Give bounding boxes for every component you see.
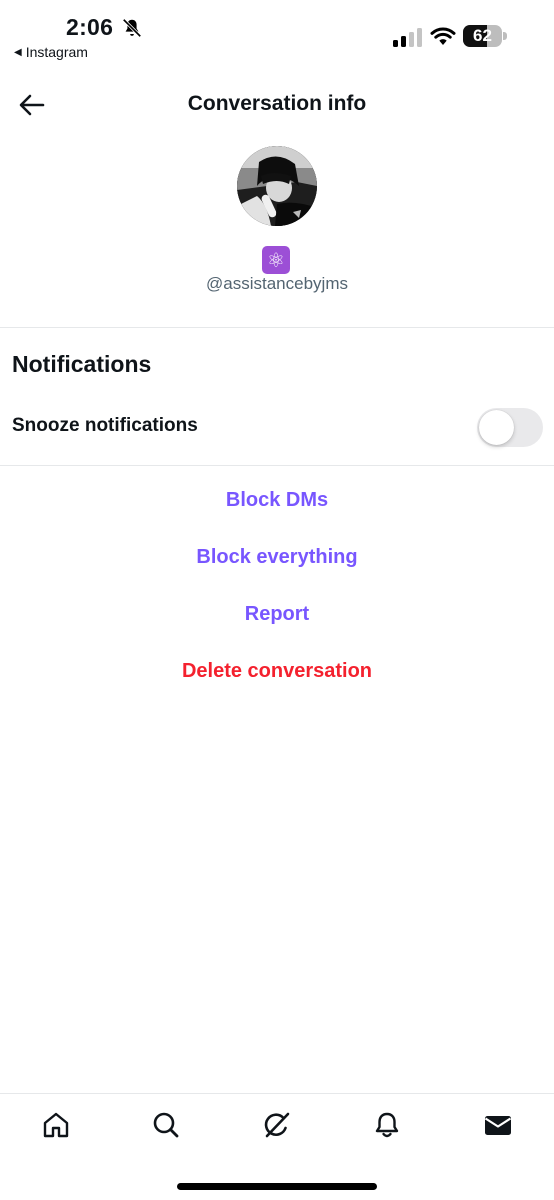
search-icon[interactable] [151,1110,181,1140]
status-time: 2:06 [66,14,114,40]
divider [0,327,554,328]
snooze-notifications-label: Snooze notifications [12,415,198,436]
cellular-signal-icon [393,28,422,47]
home-icon[interactable] [41,1110,71,1140]
divider [0,465,554,466]
messages-envelope-icon[interactable] [483,1110,513,1140]
block-dms-button[interactable]: Block DMs [0,489,554,512]
page-title: Conversation info [187,92,367,115]
battery-icon: 62 [463,25,507,47]
header: Conversation info [0,80,554,130]
status-bar: 2:06 ◀ Instagram 62 [0,0,554,70]
avatar-photo [237,146,317,226]
avatar[interactable] [237,146,317,226]
bell-slash-icon [122,18,142,38]
delete-conversation-button[interactable]: Delete conversation [0,660,554,683]
notifications-heading: Notifications [12,351,152,377]
user-handle[interactable]: @assistancebyjms [0,274,554,294]
toggle-knob [479,410,514,445]
block-everything-button[interactable]: Block everything [0,546,554,569]
snooze-notifications-toggle[interactable] [477,408,543,447]
back-to-app-button[interactable]: ◀ Instagram [14,44,88,60]
wifi-icon [430,27,456,45]
battery-level: 62 [473,26,492,45]
back-triangle-icon: ◀ [14,46,22,58]
report-button[interactable]: Report [0,603,554,626]
home-indicator[interactable] [177,1183,377,1190]
back-app-label: Instagram [25,44,88,60]
atom-emoji: ⚛ [262,246,290,274]
notifications-bell-icon[interactable] [372,1110,402,1140]
grok-icon[interactable] [262,1110,292,1140]
